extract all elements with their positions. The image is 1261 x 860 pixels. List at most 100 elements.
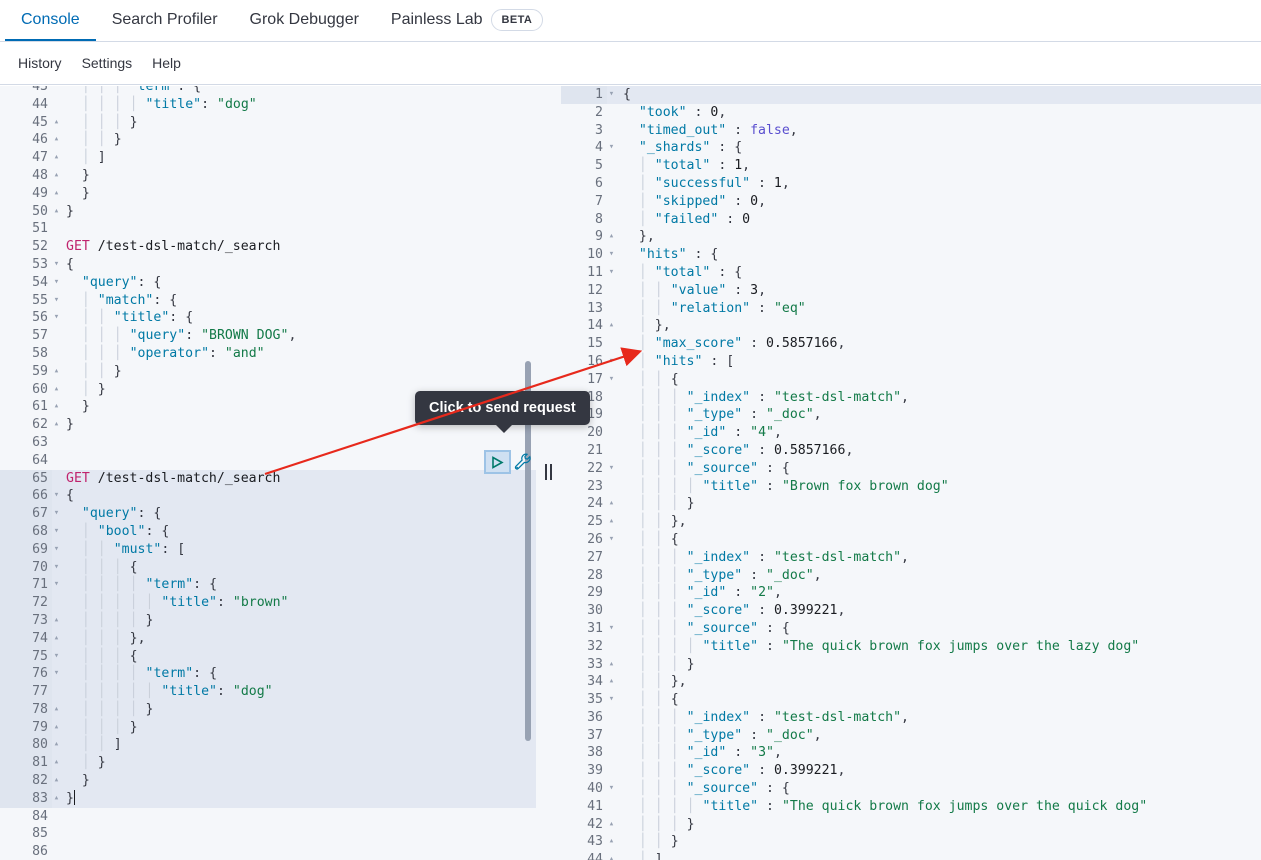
line-text[interactable]: { (52, 487, 536, 505)
line-text[interactable]: │ │ │ "_type" : "_doc", (607, 567, 1261, 585)
pane-divider[interactable] (536, 86, 561, 860)
editor-line[interactable]: 50▴} (0, 203, 536, 221)
line-text[interactable]: │ │ { (607, 531, 1261, 549)
line-text[interactable]: │ "match": { (52, 292, 536, 310)
line-text[interactable]: │ │ } (607, 833, 1261, 851)
line-text[interactable]: │ │ │ "_score" : 0.5857166, (607, 442, 1261, 460)
line-text[interactable]: │ "hits" : [ (607, 353, 1261, 371)
editor-line[interactable]: 25▴ │ │ }, (561, 513, 1261, 531)
line-text[interactable]: │ │ "must": [ (52, 541, 536, 559)
editor-line[interactable]: 18 │ │ │ "_index" : "test-dsl-match", (561, 389, 1261, 407)
editor-line[interactable]: 23 │ │ │ │ "title" : "Brown fox brown do… (561, 478, 1261, 496)
drag-handle-icon[interactable] (544, 464, 553, 480)
line-text[interactable]: │ ] (607, 851, 1261, 860)
tab-painless-lab[interactable]: Painless Lab BETA (375, 0, 559, 41)
line-text[interactable]: │ │ │ } (52, 114, 536, 132)
line-text[interactable]: │ │ │ │ "title" : "The quick brown fox j… (607, 638, 1261, 656)
line-text[interactable]: │ │ │ │ "title" : "The quick brown fox j… (607, 798, 1261, 816)
line-text[interactable]: │ │ │ "query": "BROWN DOG", (52, 327, 536, 345)
editor-line[interactable]: 85 (0, 825, 536, 843)
line-text[interactable]: "timed_out" : false, (607, 122, 1261, 140)
editor-line[interactable]: 43 │ │ │ "term": { (0, 86, 536, 96)
editor-line[interactable]: 33▴ │ │ │ } (561, 656, 1261, 674)
editor-line[interactable]: 55▾ │ "match": { (0, 292, 536, 310)
editor-line[interactable]: 5 │ "total" : 1, (561, 157, 1261, 175)
subnav-item-help[interactable]: Help (142, 42, 191, 85)
editor-line[interactable]: 9▴ }, (561, 228, 1261, 246)
line-text[interactable]: │ } (52, 754, 536, 772)
line-text[interactable] (52, 825, 536, 843)
editor-line[interactable]: 8 │ "failed" : 0 (561, 211, 1261, 229)
line-text[interactable]: │ │ "relation" : "eq" (607, 300, 1261, 318)
editor-line[interactable]: 58 │ │ │ "operator": "and" (0, 345, 536, 363)
line-text[interactable]: "hits" : { (607, 246, 1261, 264)
editor-line[interactable]: 68▾ │ "bool": { (0, 523, 536, 541)
editor-line[interactable]: 43▴ │ │ } (561, 833, 1261, 851)
response-editor-pane[interactable]: 1▾{2 "took" : 0,3 "timed_out" : false,4▾… (561, 86, 1261, 860)
editor-line[interactable]: 10▾ "hits" : { (561, 246, 1261, 264)
line-text[interactable]: │ │ │ │ │ "title": "brown" (52, 594, 536, 612)
editor-line[interactable]: 11▾ │ "total" : { (561, 264, 1261, 282)
line-text[interactable]: │ │ }, (607, 513, 1261, 531)
editor-line[interactable]: 86 (0, 843, 536, 860)
subnav-item-settings[interactable]: Settings (72, 42, 143, 85)
editor-line[interactable]: 52GET /test-dsl-match/_search (0, 238, 536, 256)
line-text[interactable]: │ │ │ } (607, 656, 1261, 674)
editor-line[interactable]: 4▾ "_shards" : { (561, 139, 1261, 157)
editor-line[interactable]: 81▴ │ } (0, 754, 536, 772)
line-text[interactable]: │ │ │ "operator": "and" (52, 345, 536, 363)
line-text[interactable]: │ │ │ "_score" : 0.399221, (607, 762, 1261, 780)
line-text[interactable]: │ │ │ │ "term": { (52, 665, 536, 683)
play-icon[interactable] (484, 450, 511, 474)
editor-line[interactable]: 3 "timed_out" : false, (561, 122, 1261, 140)
editor-line[interactable]: 84 (0, 808, 536, 826)
editor-line[interactable]: 32 │ │ │ │ "title" : "The quick brown fo… (561, 638, 1261, 656)
line-text[interactable] (52, 452, 536, 470)
line-text[interactable]: │ "total" : 1, (607, 157, 1261, 175)
editor-line[interactable]: 64 (0, 452, 536, 470)
editor-line[interactable]: 65GET /test-dsl-match/_search (0, 470, 536, 488)
line-text[interactable]: } (52, 167, 536, 185)
line-text[interactable] (52, 434, 536, 452)
editor-line[interactable]: 15 │ "max_score" : 0.5857166, (561, 335, 1261, 353)
editor-line[interactable]: 57 │ │ │ "query": "BROWN DOG", (0, 327, 536, 345)
line-text[interactable]: │ │ }, (607, 673, 1261, 691)
editor-line[interactable]: 24▴ │ │ │ } (561, 495, 1261, 513)
line-text[interactable]: │ │ │ } (607, 495, 1261, 513)
line-text[interactable]: GET /test-dsl-match/_search (52, 470, 536, 488)
editor-line[interactable]: 47▴ │ ] (0, 149, 536, 167)
line-text[interactable]: │ │ │ │ } (52, 701, 536, 719)
line-text[interactable]: │ │ │ │ "term": { (52, 576, 536, 594)
line-text[interactable]: │ │ { (607, 691, 1261, 709)
editor-line[interactable]: 45▴ │ │ │ } (0, 114, 536, 132)
editor-line[interactable]: 73▴ │ │ │ │ } (0, 612, 536, 630)
line-text[interactable]: │ │ │ "_type" : "_doc", (607, 406, 1261, 424)
line-text[interactable]: │ │ │ "_id" : "2", (607, 584, 1261, 602)
editor-line[interactable]: 22▾ │ │ │ "_source" : { (561, 460, 1261, 478)
editor-line[interactable]: 44 │ │ │ │ "title": "dog" (0, 96, 536, 114)
editor-line[interactable]: 48▴ } (0, 167, 536, 185)
editor-line[interactable]: 6 │ "successful" : 1, (561, 175, 1261, 193)
editor-line[interactable]: 71▾ │ │ │ │ "term": { (0, 576, 536, 594)
editor-line[interactable]: 53▾{ (0, 256, 536, 274)
editor-line[interactable]: 17▾ │ │ { (561, 371, 1261, 389)
editor-line[interactable]: 34▴ │ │ }, (561, 673, 1261, 691)
tab-console[interactable]: Console (5, 0, 96, 41)
editor-line[interactable]: 21 │ │ │ "_score" : 0.5857166, (561, 442, 1261, 460)
line-text[interactable]: │ │ │ "_source" : { (607, 620, 1261, 638)
line-text[interactable]: } (52, 772, 536, 790)
line-text[interactable]: │ │ │ } (52, 719, 536, 737)
editor-line[interactable]: 46▴ │ │ } (0, 131, 536, 149)
line-text[interactable]: │ }, (607, 317, 1261, 335)
line-text[interactable]: } (52, 790, 536, 808)
line-text[interactable]: │ │ │ { (52, 648, 536, 666)
editor-line[interactable]: 76▾ │ │ │ │ "term": { (0, 665, 536, 683)
line-text[interactable] (52, 808, 536, 826)
line-text[interactable]: │ │ ] (52, 736, 536, 754)
line-text[interactable]: │ │ │ │ "title": "dog" (52, 96, 536, 114)
editor-line[interactable]: 27 │ │ │ "_index" : "test-dsl-match", (561, 549, 1261, 567)
request-editor-code[interactable]: 43 │ │ │ "term": {44 │ │ │ │ "title": "d… (0, 86, 536, 860)
editor-line[interactable]: 70▾ │ │ │ { (0, 559, 536, 577)
editor-line[interactable]: 26▾ │ │ { (561, 531, 1261, 549)
editor-line[interactable]: 79▴ │ │ │ } (0, 719, 536, 737)
